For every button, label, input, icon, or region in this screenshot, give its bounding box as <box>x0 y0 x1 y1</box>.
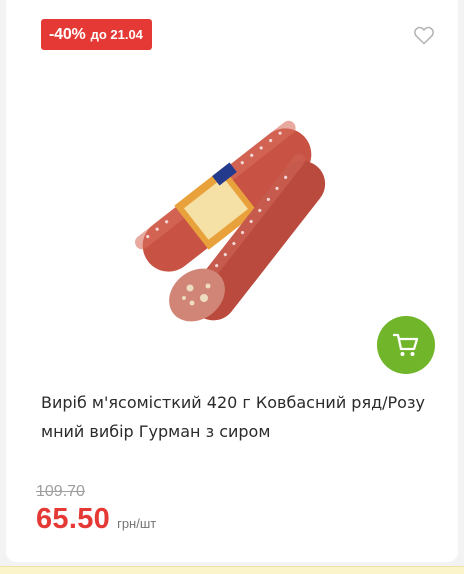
favorite-button[interactable] <box>412 24 436 46</box>
cart-icon <box>392 333 419 356</box>
product-title[interactable]: Виріб м'ясомісткий 420 г Ковбасний ряд/Р… <box>41 388 436 446</box>
product-card[interactable]: -40% до 21.04 Виріб м'ясомісткий 420 г К… <box>6 0 458 562</box>
price-unit: грн/шт <box>117 516 157 531</box>
add-to-cart-button[interactable] <box>377 316 435 374</box>
current-price: 65.50 <box>36 503 111 535</box>
old-price: 109.70 <box>36 483 85 500</box>
discount-until-date: до 21.04 <box>90 27 143 42</box>
product-image[interactable] <box>122 110 342 330</box>
discount-percent: -40% <box>49 25 86 43</box>
discount-badge: -40% до 21.04 <box>41 19 152 50</box>
price-row: 65.50 грн/шт <box>36 503 156 536</box>
next-card-edge <box>0 566 464 574</box>
heart-outline-icon <box>414 26 434 45</box>
